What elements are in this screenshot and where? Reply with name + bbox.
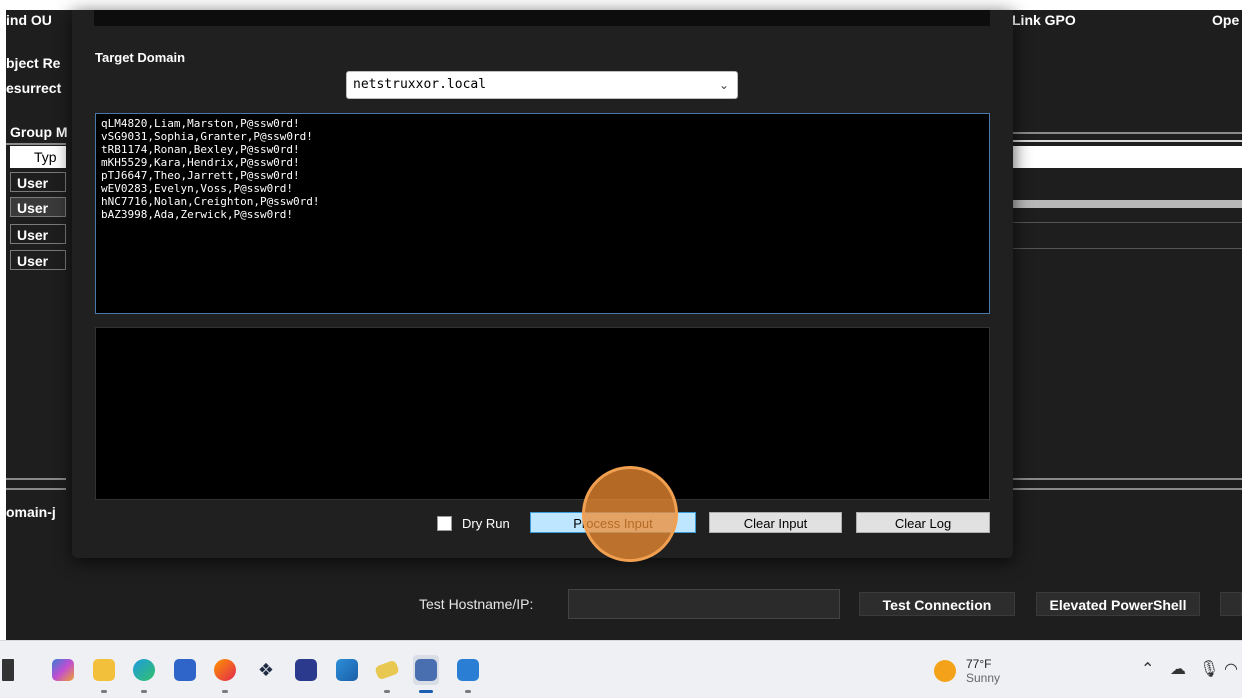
running-indicator: [419, 690, 433, 693]
running-indicator: [465, 690, 471, 693]
dialog-top-field: [94, 10, 990, 26]
sun-icon: [934, 660, 956, 682]
table-row[interactable]: User: [10, 172, 66, 192]
dropbox-icon[interactable]: ❖: [255, 659, 277, 681]
divider: [6, 143, 66, 145]
domain-join-label: omain-j: [6, 504, 56, 520]
clear-log-button[interactable]: Clear Log: [856, 512, 990, 533]
weather-desc: Sunny: [966, 671, 1001, 685]
weather-temp: 77°F: [966, 657, 992, 671]
ad-manager-window: ind OU bject Re esurrect Group M Typ Use…: [6, 10, 1242, 646]
app-icon[interactable]: [295, 659, 317, 681]
target-domain-value: netstruxxor.local: [353, 77, 487, 92]
target-domain-select[interactable]: netstruxxor.local ⌄: [346, 71, 738, 99]
object-restore-label[interactable]: bject Re: [6, 55, 60, 71]
input-line: tRB1174,Ronan,Bexley,P@ssw0rd!: [101, 143, 300, 156]
start-icon[interactable]: [2, 659, 14, 681]
store-icon[interactable]: [174, 659, 196, 681]
notes-icon[interactable]: [374, 659, 400, 681]
bulk-create-dialog: Target Domain netstruxxor.local ⌄ qLM482…: [72, 10, 1013, 558]
open-button[interactable]: Ope: [1212, 12, 1239, 28]
type-column-header[interactable]: Typ: [10, 146, 66, 168]
table-row[interactable]: User: [10, 197, 66, 217]
input-line: vSG9031,Sophia,Granter,P@ssw0rd!: [101, 130, 313, 143]
wifi-icon[interactable]: ◠: [1224, 659, 1238, 679]
divider: [6, 488, 66, 490]
file-explorer-icon[interactable]: [93, 659, 115, 681]
weather-widget[interactable]: 77°F Sunny: [934, 657, 1000, 685]
divider: [6, 478, 66, 480]
remote-desktop-icon[interactable]: [336, 659, 358, 681]
log-output[interactable]: [95, 327, 990, 500]
divider: [1006, 488, 1242, 490]
chevron-up-icon[interactable]: ⌃: [1141, 659, 1154, 679]
divider: [1006, 222, 1242, 223]
table-row[interactable]: User: [10, 224, 66, 244]
user-input-textarea[interactable]: qLM4820,Liam,Marston,P@ssw0rd! vSG9031,S…: [95, 113, 990, 314]
cloud-icon[interactable]: ☁: [1170, 659, 1186, 679]
group-members-label: Group M: [10, 124, 68, 140]
divider: [1006, 132, 1242, 134]
input-line: qLM4820,Liam,Marston,P@ssw0rd!: [101, 117, 300, 130]
input-line: pTJ6647,Theo,Jarrett,P@ssw0rd!: [101, 169, 300, 182]
target-domain-label: Target Domain: [95, 50, 186, 65]
clear-input-button[interactable]: Clear Input: [709, 512, 842, 533]
find-ou-label[interactable]: ind OU: [6, 12, 52, 28]
selected-row-band: [1002, 200, 1242, 208]
notepad-icon[interactable]: [457, 659, 479, 681]
running-indicator: [101, 690, 107, 693]
cursor-highlight: [582, 466, 678, 562]
divider: [1006, 478, 1242, 480]
test-hostname-label: Test Hostname/IP:: [419, 596, 534, 612]
elevated-powershell-button[interactable]: Elevated PowerShell: [1036, 592, 1200, 616]
input-line: hNC7716,Nolan,Creighton,P@ssw0rd!: [101, 195, 320, 208]
m365-icon[interactable]: [52, 659, 74, 681]
running-indicator: [141, 690, 147, 693]
table-row[interactable]: User: [10, 250, 66, 270]
dry-run-checkbox[interactable]: Dry Run: [437, 516, 510, 531]
test-hostname-input[interactable]: [568, 589, 840, 619]
divider: [1006, 140, 1242, 142]
extra-button[interactable]: [1220, 592, 1242, 616]
input-line: wEV0283,Evelyn,Voss,P@ssw0rd!: [101, 182, 294, 195]
active-app-icon[interactable]: [415, 659, 437, 681]
edge-icon[interactable]: [133, 659, 155, 681]
divider: [1006, 248, 1242, 249]
chevron-down-icon[interactable]: ⌄: [719, 72, 729, 98]
running-indicator: [384, 690, 390, 693]
dry-run-label: Dry Run: [462, 516, 510, 531]
microphone-icon[interactable]: 🎙: [1199, 659, 1219, 679]
taskbar: ❖ 77°F Sunny ⌃ ☁ 🎙 ◠: [0, 640, 1242, 698]
input-line: bAZ3998,Ada,Zerwick,P@ssw0rd!: [101, 208, 294, 221]
firefox-icon[interactable]: [214, 659, 236, 681]
right-table-header: [1002, 146, 1242, 168]
link-gpo-button[interactable]: Link GPO: [1012, 12, 1076, 28]
input-line: mKH5529,Kara,Hendrix,P@ssw0rd!: [101, 156, 300, 169]
resurrect-label[interactable]: esurrect: [6, 80, 61, 96]
test-connection-button[interactable]: Test Connection: [859, 592, 1015, 616]
running-indicator: [222, 690, 228, 693]
checkbox-icon[interactable]: [437, 516, 452, 531]
